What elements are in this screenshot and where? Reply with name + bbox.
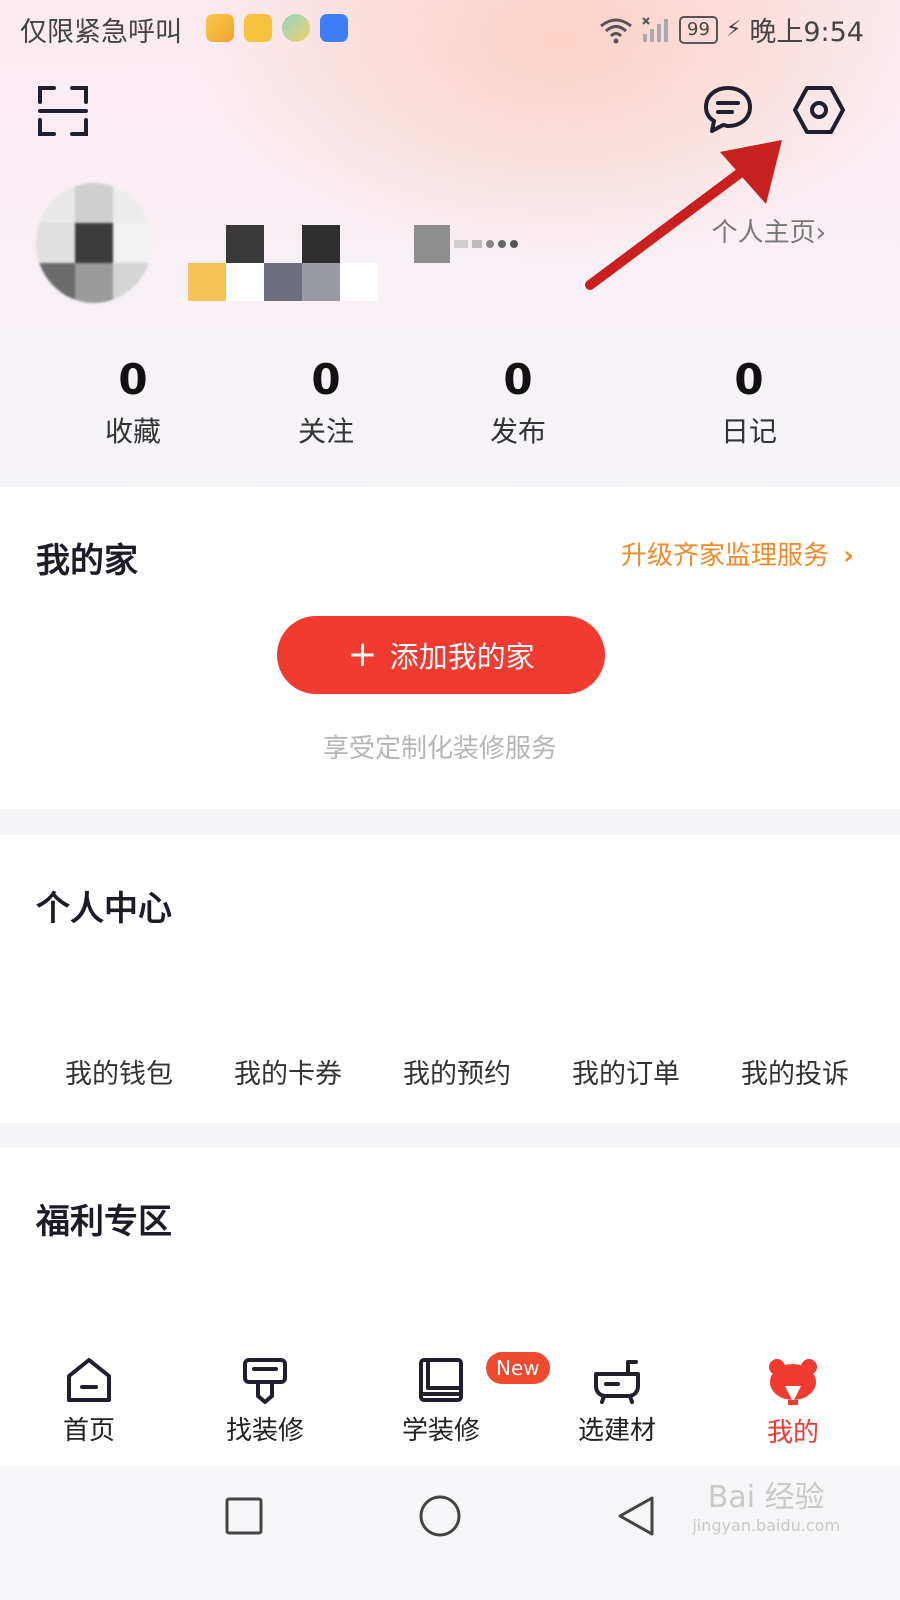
lightbulb-app-icon	[320, 14, 348, 42]
book-icon	[419, 1358, 463, 1402]
user-level-pixelated	[414, 225, 526, 263]
carrier-text: 仅限紧急呼叫	[20, 17, 182, 48]
battery-indicator: 99	[679, 15, 718, 44]
stat-value: 0	[503, 355, 533, 404]
tab-label: 选建材	[577, 1416, 656, 1446]
upgrade-supervision-link[interactable]: 升级齐家监理服务 ›	[621, 535, 854, 572]
tab-label: 找装修	[225, 1416, 304, 1446]
stat-posts[interactable]: 0 发布	[448, 352, 588, 450]
stat-label: 日记	[720, 415, 777, 448]
welfare-card	[0, 1148, 900, 1338]
add-home-label: 添加我的家	[389, 640, 535, 674]
menu-item-complaints[interactable]: 我的投诉	[720, 1052, 870, 1091]
notification-icons	[206, 14, 348, 42]
recents-square-icon[interactable]	[224, 1496, 264, 1536]
stat-label: 收藏	[104, 415, 161, 448]
tab-mine[interactable]: 我的	[728, 1356, 858, 1449]
folder-app-icon	[206, 14, 234, 42]
settings-button[interactable]	[792, 84, 846, 139]
status-right: 99 ⚡ 晚上9:54	[599, 10, 864, 49]
bear-icon	[769, 1359, 817, 1405]
menu-item-coupons[interactable]: 我的卡券	[213, 1052, 363, 1091]
baidu-watermark: Bai 经验 jingyan.baidu.com	[692, 1480, 840, 1536]
stat-favorites[interactable]: 0 收藏	[63, 352, 203, 450]
menu-item-wallet[interactable]: 我的钱包	[44, 1052, 194, 1091]
tab-find-renovation[interactable]: 找装修	[200, 1356, 330, 1447]
paint-roller-icon	[243, 1358, 287, 1404]
menu-item-appointments[interactable]: 我的预约	[382, 1052, 532, 1091]
new-badge: New	[486, 1352, 550, 1384]
home-icon	[67, 1358, 111, 1402]
avatar[interactable]	[36, 183, 152, 303]
stat-label: 发布	[489, 415, 546, 448]
annotation-arrow-icon	[585, 140, 782, 290]
username-pixelated	[188, 225, 378, 301]
stat-value: 0	[311, 355, 341, 404]
watermark-main: Bai 经验	[707, 1480, 825, 1515]
chevron-right-icon: ›	[815, 218, 826, 248]
tab-label: 我的	[766, 1418, 819, 1448]
charging-icon: ⚡	[725, 17, 742, 42]
chevron-right-icon: ›	[843, 541, 854, 571]
watermark-url: jingyan.baidu.com	[692, 1516, 840, 1535]
upgrade-link-label: 升级齐家监理服务	[621, 541, 830, 571]
bathtub-icon	[594, 1360, 640, 1404]
scan-icon	[38, 86, 88, 136]
signal-off-icon	[642, 16, 668, 42]
clock: 晚上9:54	[749, 17, 864, 48]
stat-diary[interactable]: 0 日记	[679, 352, 819, 450]
stat-value: 0	[734, 355, 764, 404]
back-triangle-icon[interactable]	[614, 1494, 658, 1538]
tab-label: 首页	[62, 1416, 115, 1446]
tab-building-materials[interactable]: 选建材	[552, 1356, 682, 1447]
stat-following[interactable]: 0 关注	[256, 352, 396, 450]
settings-hexagon-icon	[793, 86, 845, 134]
wifi-icon	[600, 18, 632, 43]
add-my-home-button[interactable]: + 添加我的家	[277, 616, 605, 694]
tab-home[interactable]: 首页	[24, 1356, 154, 1447]
customized-service-hint: 享受定制化装修服务	[322, 734, 557, 764]
plus-icon: +	[347, 634, 378, 675]
my-home-title: 我的家	[36, 541, 138, 581]
personal-center-title: 个人中心	[36, 889, 172, 929]
status-bar: 仅限紧急呼叫 99 ⚡ 晚上9:54	[0, 0, 900, 62]
chat-bubble-icon	[704, 86, 752, 133]
stat-value: 0	[118, 355, 148, 404]
menu-item-orders[interactable]: 我的订单	[551, 1052, 701, 1091]
tab-label: 学装修	[401, 1416, 480, 1446]
home-circle-icon[interactable]	[418, 1494, 462, 1538]
stat-label: 关注	[297, 415, 354, 448]
app-notification-icon	[244, 14, 272, 42]
welfare-title: 福利专区	[36, 1202, 172, 1242]
leaf-app-icon	[282, 14, 310, 42]
scan-button[interactable]	[36, 84, 90, 141]
